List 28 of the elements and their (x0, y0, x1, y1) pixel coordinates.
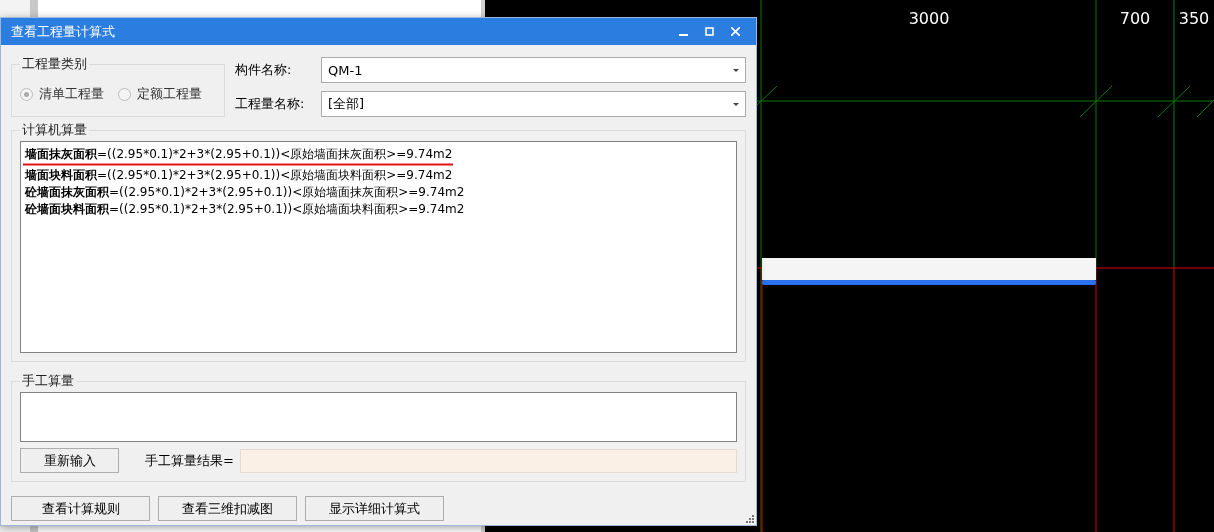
field-label: 构件名称: (235, 61, 293, 79)
group-label: 计算机算量 (21, 121, 88, 139)
maximize-icon (704, 27, 714, 36)
close-icon (730, 27, 740, 36)
formula-line: 砼墙面抹灰面积=((2.95*0.1)*2+3*(2.95+0.1))<原始墙面抹灰面积>=9.74m2 (25, 184, 465, 201)
formula-line: 墙面抹灰面积=((2.95*0.1)*2+3*(2.95+0.1))<原始墙面抹灰面积>=9.74m2 (25, 146, 453, 163)
action-button[interactable]: 显示详细计算式 (305, 496, 444, 521)
group-label: 手工算量 (21, 372, 75, 390)
dimension-label: 700 (1119, 9, 1151, 28)
result-field[interactable] (239, 448, 737, 473)
action-button[interactable]: 查看三维扣减图 (158, 496, 297, 521)
group-label: 工程量类别 (21, 55, 88, 73)
caret-icon (733, 102, 739, 106)
result-label: 手工算量结果= (145, 451, 234, 470)
minimize-icon (678, 34, 688, 36)
formula-line: 砼墙面块料面积=((2.95*0.1)*2+3*(2.95+0.1))<原始墙面块料面积>=9.74m2 (25, 201, 465, 218)
window-title: 查看工程量计算式 (11, 22, 116, 41)
caret-icon (733, 68, 739, 72)
action-button[interactable]: 查看计算规则 (11, 496, 150, 521)
formula-line: 墙面块料面积=((2.95*0.1)*2+3*(2.95+0.1))<原始墙面块料面积>=9.74m2 (25, 167, 453, 184)
dimension-label: 350 (1178, 9, 1210, 28)
reset-button[interactable]: 重新输入 (20, 448, 119, 473)
dropdown[interactable]: QM-1 (321, 57, 746, 83)
manual-input-box[interactable] (20, 392, 737, 442)
dimension-label: 3000 (908, 9, 950, 28)
field-label: 工程量名称: (235, 95, 306, 113)
dropdown[interactable]: [全部] (321, 91, 746, 117)
resize-grip-icon[interactable] (746, 515, 754, 523)
